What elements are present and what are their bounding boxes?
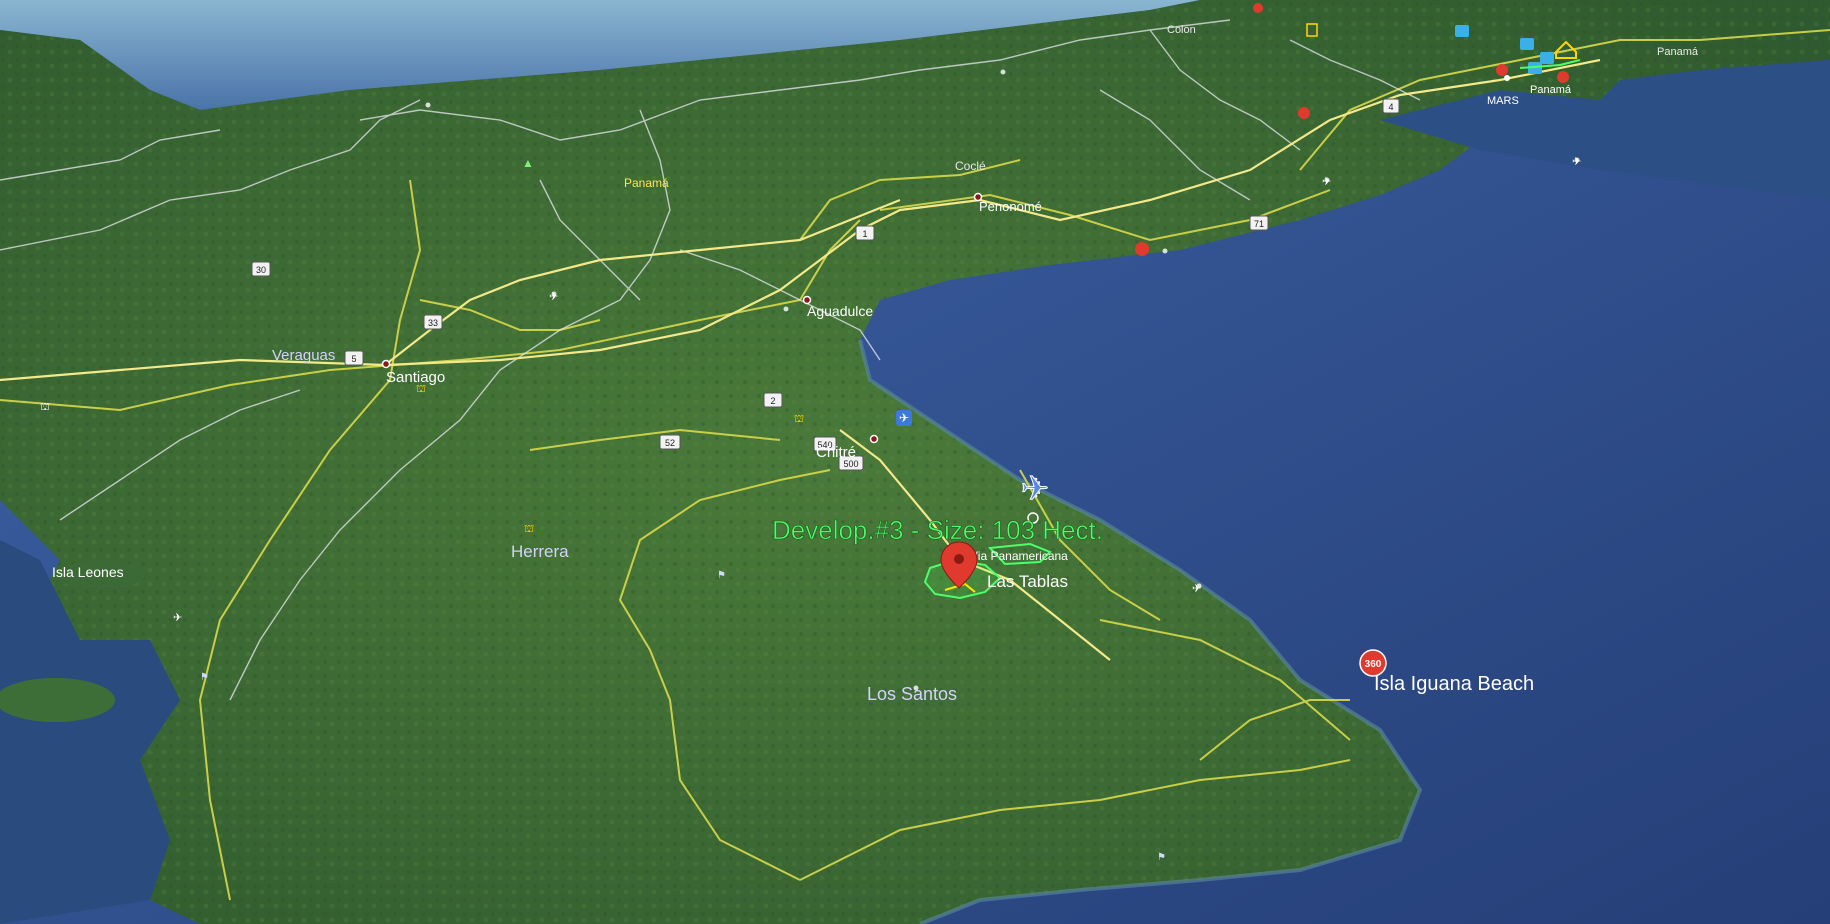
svg-text:⛫: ⛫: [524, 523, 534, 535]
tree-icon: ▲: [522, 156, 534, 170]
svg-text:4: 4: [1388, 102, 1393, 112]
city-dot-santiago: [381, 359, 391, 369]
city-dot-chitre: [869, 434, 879, 444]
svg-text:⛫: ⛫: [40, 401, 50, 413]
svg-text:⛫: ⛫: [794, 413, 804, 425]
development-label[interactable]: Develop.#3 - Size: 103 Hect.: [772, 515, 1104, 546]
route-shield-1: 1: [855, 225, 875, 241]
label-mars: MARS: [1487, 95, 1519, 107]
svg-text:✈: ✈: [173, 612, 182, 624]
label-isla-leones: Isla Leones: [52, 564, 124, 580]
route-shield-52: 52: [659, 434, 681, 450]
svg-text:33: 33: [428, 318, 438, 328]
label-cocle: Coclé: [955, 159, 986, 173]
svg-text:⚑: ⚑: [1157, 852, 1166, 863]
route-shield-5: 5: [344, 350, 364, 366]
svg-text:✈: ✈: [1572, 156, 1581, 168]
label-colon: Colon: [1167, 24, 1196, 36]
map-view[interactable]: 30 33 5 1 2 52 540 500 71 4 ✈ ✈ ✈✈✈ ✈✈ ⛫…: [0, 0, 1830, 924]
svg-text:1: 1: [862, 229, 867, 239]
label-chitre: Chitré: [816, 444, 856, 461]
svg-text:✈: ✈: [549, 291, 558, 303]
airport-icon[interactable]: ✈: [896, 410, 912, 426]
label-panama-city: Panamá: [1530, 84, 1572, 96]
svg-text:✈: ✈: [1322, 176, 1331, 188]
svg-text:⚑: ⚑: [717, 570, 726, 581]
label-penonome: Penonomé: [979, 199, 1042, 214]
svg-text:✈: ✈: [899, 411, 909, 425]
svg-text:71: 71: [1254, 219, 1264, 229]
svg-text:5: 5: [351, 354, 356, 364]
route-shield-4: 4: [1382, 98, 1400, 114]
label-las-tablas: Las Tablas: [987, 572, 1068, 591]
route-shield-71: 71: [1249, 215, 1269, 231]
route-shield-2: 2: [763, 392, 783, 408]
svg-text:✈: ✈: [1192, 583, 1201, 595]
label-santiago: Santiago: [386, 369, 445, 386]
svg-text:✈: ✈: [1021, 470, 1050, 508]
label-los-santos: Los Santos: [867, 684, 957, 704]
island: [0, 678, 115, 722]
route-shield-30: 30: [251, 261, 271, 277]
label-isla-iguana: Isla Iguana Beach: [1374, 673, 1534, 695]
label-veraguas: Veraguas: [272, 347, 335, 364]
svg-text:2: 2: [770, 396, 775, 406]
label-panama-top: Panamá: [1657, 46, 1699, 58]
svg-text:52: 52: [665, 438, 675, 448]
label-via-panamericana: Via Panamericana: [970, 549, 1068, 563]
svg-text:30: 30: [256, 265, 266, 275]
route-shield-33: 33: [423, 314, 443, 330]
label-panama-prov: Panamá: [624, 176, 669, 190]
svg-text:⚑: ⚑: [200, 672, 209, 683]
label-herrera: Herrera: [511, 542, 569, 561]
label-aguadulce: Aguadulce: [807, 303, 873, 319]
svg-text:360: 360: [1365, 659, 1382, 670]
